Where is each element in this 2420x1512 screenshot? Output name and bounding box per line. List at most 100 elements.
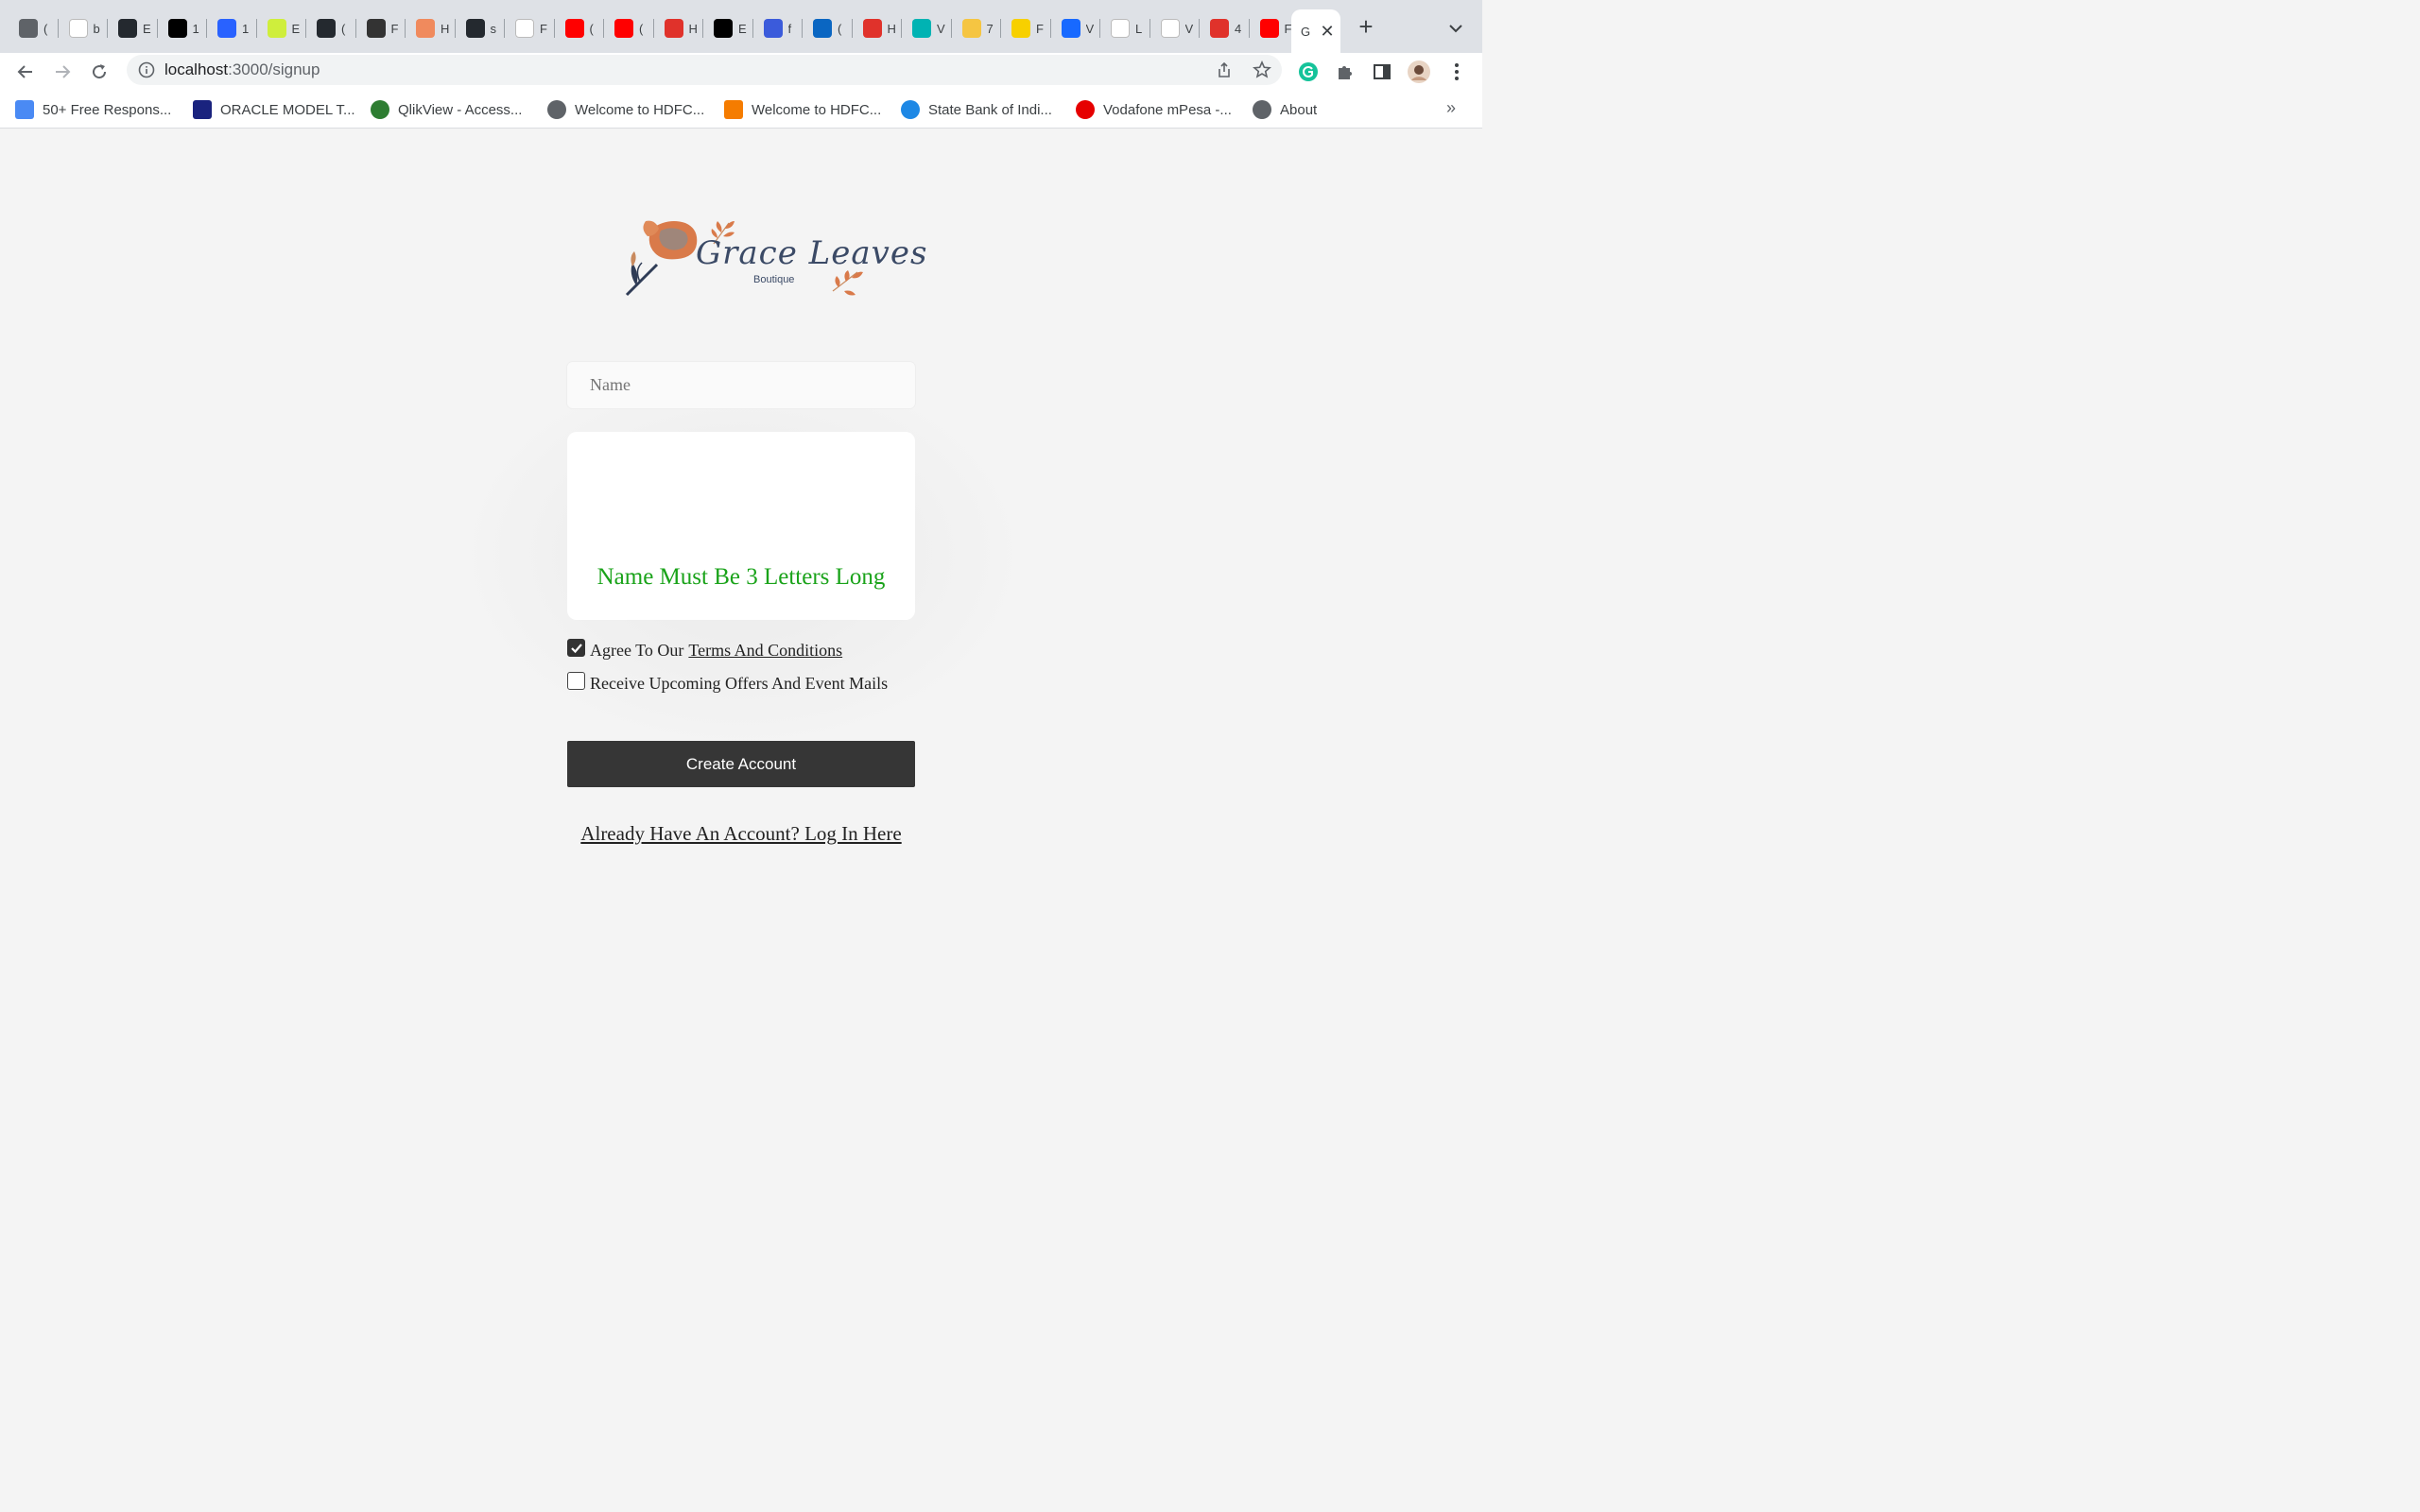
tab-active[interactable]: G ✕: [1291, 9, 1340, 53]
tab-14[interactable]: E: [706, 13, 753, 43]
bookmark-label: 50+ Free Respons...: [43, 101, 172, 118]
tab-1[interactable]: b: [61, 13, 108, 43]
tab-13[interactable]: H: [657, 13, 703, 43]
tab-title: f: [787, 21, 792, 36]
tab-19[interactable]: 7: [955, 13, 1001, 43]
tab-separator: [504, 19, 505, 38]
github-icon: [465, 19, 485, 38]
tab-title: 1: [242, 21, 250, 36]
bookmarks-bar: 50+ Free Respons... ORACLE MODEL T... Qlik…: [0, 91, 1482, 129]
tab-separator: [851, 19, 853, 38]
youtube-icon: [564, 19, 584, 38]
sbi-icon: [901, 100, 920, 119]
youtube-icon: [1259, 19, 1279, 38]
bookmark-item[interactable]: Welcome to HDFC...: [547, 98, 704, 121]
tab-title: E: [738, 21, 747, 36]
tab-25[interactable]: F: [1253, 13, 1299, 43]
tab-12[interactable]: (: [607, 13, 654, 43]
share-icon[interactable]: [1216, 61, 1233, 78]
bookmarks-overflow-icon[interactable]: »: [1446, 98, 1456, 118]
tab-10[interactable]: F: [508, 13, 555, 43]
side-panel-button[interactable]: [1369, 59, 1395, 85]
extensions-button[interactable]: [1332, 59, 1358, 85]
wix-icon: [1111, 19, 1130, 38]
tab-title: 4: [1235, 21, 1242, 36]
behance-icon: [1061, 19, 1080, 38]
terms-label: Agree To Our: [590, 641, 684, 660]
tab-20[interactable]: F: [1004, 13, 1051, 43]
tab-title: H: [688, 21, 698, 36]
login-link[interactable]: Already Have An Account? Log In Here: [567, 822, 915, 846]
tab-15[interactable]: f: [756, 13, 803, 43]
terms-link[interactable]: Terms And Conditions: [688, 641, 842, 661]
globe-icon: [1253, 100, 1271, 119]
scribd-icon: [664, 19, 683, 38]
tab-0[interactable]: (: [11, 13, 59, 43]
tab-24[interactable]: 4: [1202, 13, 1250, 43]
name-input[interactable]: [567, 362, 915, 408]
tab-16[interactable]: (: [805, 13, 853, 43]
terms-checkbox[interactable]: [567, 639, 585, 657]
tab-2[interactable]: E: [111, 13, 158, 43]
tab-7[interactable]: F: [359, 13, 406, 43]
bookmark-item[interactable]: State Bank of Indi...: [901, 98, 1052, 121]
arrow-right-icon: [56, 65, 71, 78]
coin-icon: [961, 19, 981, 38]
tab-title: E: [291, 21, 301, 36]
tab-17[interactable]: H: [856, 13, 902, 43]
tab-title: E: [143, 21, 151, 36]
tab-5[interactable]: E: [260, 13, 306, 43]
bookmark-label: State Bank of Indi...: [928, 101, 1052, 118]
offers-checkbox[interactable]: [567, 672, 585, 690]
tab-search-chevron-icon[interactable]: [1444, 17, 1467, 40]
reload-button[interactable]: [86, 59, 112, 85]
tab-3[interactable]: 1: [161, 13, 207, 43]
tab-18[interactable]: V: [905, 13, 952, 43]
tab-23[interactable]: V: [1153, 13, 1200, 43]
tab-21[interactable]: V: [1054, 13, 1100, 43]
tab-title: b: [93, 21, 100, 36]
tab-close-icon[interactable]: ✕: [1318, 22, 1337, 42]
grammarly-extension-button[interactable]: [1295, 59, 1322, 85]
validation-message-box: Name Must Be 3 Letters Long: [567, 432, 915, 620]
folder-yellow-icon: [1011, 19, 1030, 38]
address-bar[interactable]: localhost:3000/signup: [127, 55, 1282, 85]
form-icon: [15, 100, 34, 119]
bookmark-item[interactable]: Vodafone mPesa -...: [1076, 98, 1232, 121]
tab-separator: [107, 19, 108, 38]
tab-6[interactable]: (: [309, 13, 356, 43]
bookmark-item[interactable]: ORACLE MODEL T...: [193, 98, 355, 121]
tab-4[interactable]: 1: [210, 13, 257, 43]
bookmark-item[interactable]: 50+ Free Respons...: [15, 98, 171, 121]
scribd-icon: [862, 19, 882, 38]
tab-separator: [702, 19, 703, 38]
back-button[interactable]: [12, 59, 39, 85]
site-info-icon[interactable]: [138, 61, 155, 78]
tab-8[interactable]: H: [408, 13, 456, 43]
avatar: [1408, 60, 1430, 83]
new-tab-button[interactable]: +: [1354, 14, 1378, 40]
bookmark-item[interactable]: QlikView - Access...: [371, 98, 522, 121]
browser-toolbar: localhost:3000/signup: [0, 53, 1482, 91]
tab-22[interactable]: L: [1103, 13, 1150, 43]
qlik-icon: [371, 100, 389, 119]
bookmark-label: Vodafone mPesa -...: [1103, 101, 1232, 118]
create-account-button[interactable]: Create Account: [567, 741, 915, 787]
logo-subtitle: Boutique: [753, 274, 795, 285]
bookmark-star-icon[interactable]: [1253, 60, 1271, 79]
tab-11[interactable]: (: [558, 13, 604, 43]
tab-separator: [454, 19, 456, 38]
forward-button[interactable]: [49, 59, 76, 85]
tab-9[interactable]: s: [458, 13, 505, 43]
profile-button[interactable]: [1406, 59, 1432, 85]
bookmark-item[interactable]: About: [1253, 98, 1317, 121]
bookmark-item[interactable]: Welcome to HDFC...: [724, 98, 881, 121]
validation-message: Name Must Be 3 Letters Long: [596, 564, 886, 590]
signup-page: Grace Leaves Boutique Name Must Be 3 Let…: [0, 129, 1482, 926]
url-text[interactable]: localhost:3000/signup: [164, 60, 320, 79]
tab-title: s: [490, 21, 497, 36]
browser-menu-button[interactable]: [1443, 59, 1470, 85]
vodafone-icon: [1076, 100, 1095, 119]
tab-title: (: [341, 21, 346, 36]
wix-icon: [1160, 19, 1180, 38]
